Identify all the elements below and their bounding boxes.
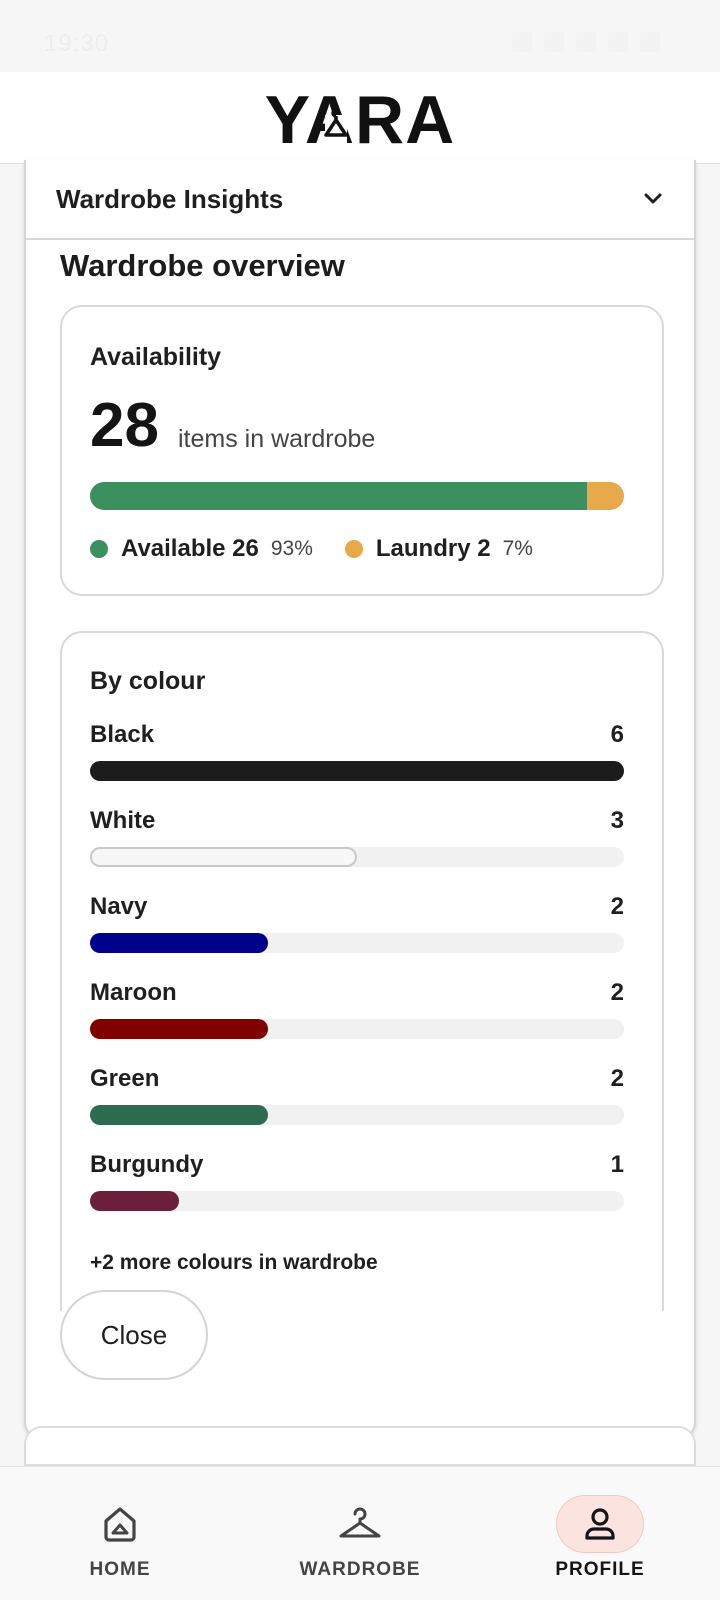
legend-available: Available 26 93% [90, 535, 313, 563]
colour-name: Maroon [90, 979, 177, 1006]
colour-bar-fill [90, 847, 357, 867]
colour-name: Black [90, 721, 155, 748]
legend-laundry: Laundry 2 7% [344, 535, 533, 563]
status-time: 19:30 [44, 30, 110, 57]
colour-bar-fill [90, 933, 268, 953]
colour-bar-fill [90, 1191, 179, 1211]
wardrobe-insights-toggle[interactable]: Wardrobe Insights [26, 160, 694, 240]
bottom-nav: HOME WARDROBE PROFILE [0, 1466, 720, 1600]
laundry-dot-icon [344, 540, 363, 558]
section-title: Wardrobe overview [60, 248, 345, 283]
available-label: Available 26 [121, 535, 259, 562]
more-colours-text: +2 more colours in wardrobe [90, 1251, 378, 1274]
nav-wardrobe[interactable]: WARDROBE [240, 1467, 480, 1600]
by-colour-card: By colour Black 6 White 3 Navy 2 Maroon 2 Green 2… [60, 631, 664, 1311]
item-count-label: items in wardrobe [178, 425, 376, 453]
available-pct: 93% [270, 537, 313, 560]
colour-row: Navy 2 [90, 893, 624, 979]
nav-profile[interactable]: PROFILE [480, 1467, 720, 1600]
nav-profile-label: PROFILE [555, 1559, 645, 1580]
colour-name: Burgundy [90, 1151, 204, 1178]
colour-row: White 3 [90, 807, 624, 893]
battery-icon [640, 32, 660, 52]
nav-wardrobe-label: WARDROBE [299, 1559, 421, 1580]
call-icon [576, 32, 596, 52]
home-icon [104, 1507, 136, 1542]
colour-count: 2 [610, 979, 624, 1006]
status-icons [512, 32, 660, 52]
colour-count: 3 [610, 807, 624, 834]
laundry-label: Laundry 2 [375, 535, 491, 562]
colour-count: 6 [610, 721, 624, 748]
colour-bar-fill [90, 761, 624, 781]
colour-list: Black 6 White 3 Navy 2 Maroon 2 Green 2 Burgundy 1 [90, 721, 624, 1237]
colour-bar-track [90, 847, 624, 867]
brand-logo: YARA [265, 85, 455, 151]
colour-bar-fill [90, 1019, 268, 1039]
hanger-icon [339, 1507, 381, 1538]
by-colour-label: By colour [90, 667, 206, 695]
nav-home-label: HOME [89, 1559, 151, 1580]
colour-row: Maroon 2 [90, 979, 624, 1065]
colour-row: Burgundy 1 [90, 1151, 624, 1237]
close-button[interactable]: Close [60, 1290, 208, 1380]
availability-label: Availability [90, 343, 222, 371]
colour-count: 2 [610, 893, 624, 920]
chevron-down-icon[interactable] [642, 188, 664, 210]
sheet-title: Wardrobe Insights [56, 183, 284, 214]
colour-row: Black 6 [90, 721, 624, 807]
laundry-segment [586, 482, 624, 510]
available-dot-icon [90, 540, 108, 558]
next-section-card [24, 1426, 696, 1466]
signal-icon [608, 32, 628, 52]
colour-name: White [90, 807, 156, 834]
availability-card: Availability 28 items in wardrobe Availa… [60, 305, 664, 596]
nav-profile-icon-wrap [556, 1495, 644, 1553]
colour-count: 1 [610, 1151, 624, 1178]
availability-legend: Available 26 93% Laundry 2 7% [90, 535, 533, 563]
wifi-icon [544, 32, 564, 52]
colour-bar-track [90, 1105, 624, 1125]
available-segment [90, 482, 587, 510]
colour-bar-track [90, 1019, 624, 1039]
laundry-pct: 7% [502, 537, 533, 560]
colour-bar-fill [90, 1105, 268, 1125]
colour-row: Green 2 [90, 1065, 624, 1151]
colour-bar-track [90, 1191, 624, 1211]
status-bar: 19:30 [0, 0, 720, 72]
colour-bar-track [90, 933, 624, 953]
alarm-icon [512, 32, 532, 52]
availability-bar [90, 482, 624, 510]
colour-bar-track [90, 761, 624, 781]
person-icon [585, 1508, 615, 1540]
item-count: 28 [90, 391, 159, 460]
brand-logo-text: YARA [265, 85, 455, 151]
colour-name: Navy [90, 893, 148, 920]
wardrobe-insights-sheet: Wardrobe Insights Wardrobe overview Avai… [24, 160, 696, 1440]
nav-home[interactable]: HOME [0, 1467, 240, 1600]
app-header: YARA [0, 72, 720, 164]
colour-name: Green [90, 1065, 160, 1092]
nav-home-icon-wrap [76, 1495, 164, 1553]
colour-count: 2 [610, 1065, 624, 1092]
nav-wardrobe-icon-wrap [316, 1495, 404, 1553]
